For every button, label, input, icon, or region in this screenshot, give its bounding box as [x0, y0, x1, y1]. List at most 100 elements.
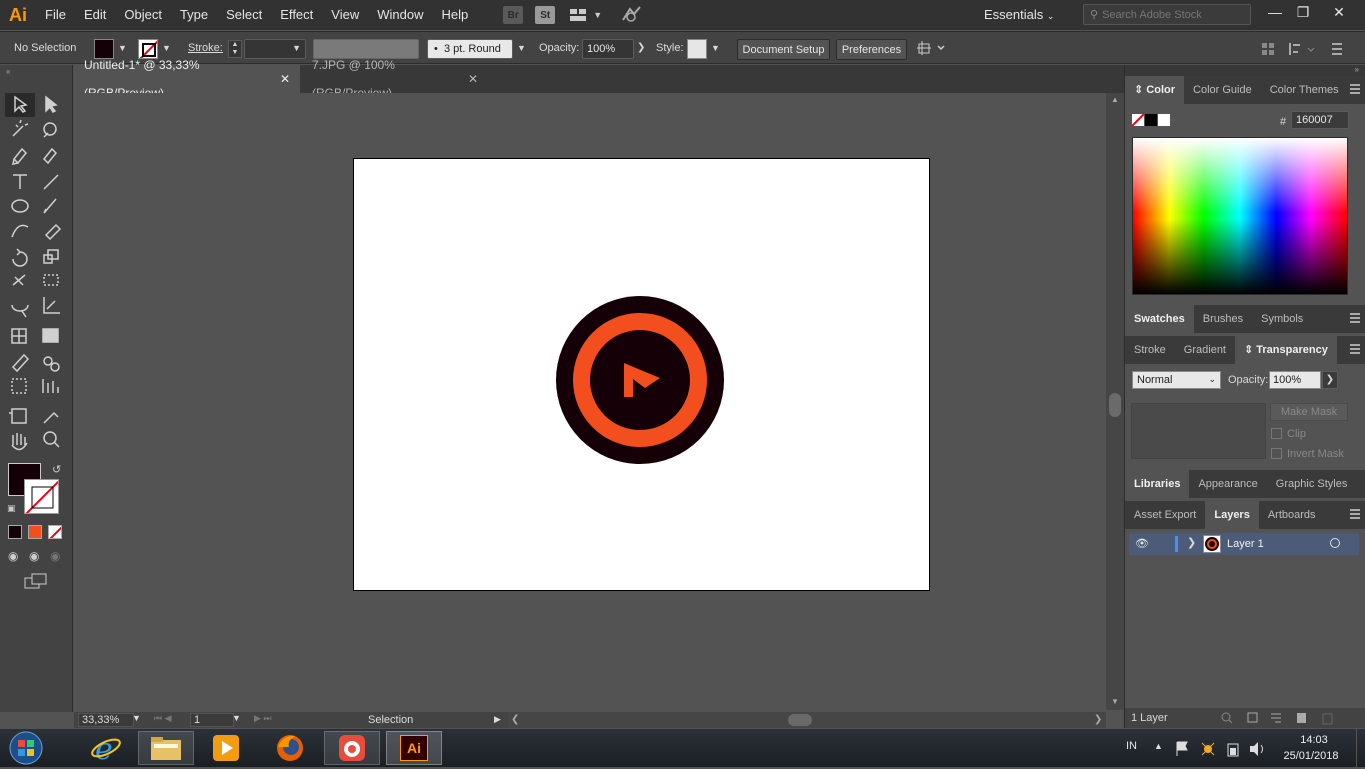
panel-menu-icon[interactable]	[1350, 84, 1360, 94]
panel-menu-icon[interactable]	[1350, 509, 1360, 519]
layer-name[interactable]: Layer 1	[1227, 538, 1264, 550]
panel-menu-icon[interactable]	[1350, 344, 1360, 354]
play-button-artwork[interactable]	[555, 295, 725, 465]
tab-color[interactable]: ⇕ Color	[1125, 76, 1185, 104]
artboard[interactable]	[353, 158, 930, 591]
status-menu-icon[interactable]: ▶	[494, 714, 501, 725]
clip-checkbox[interactable]	[1271, 428, 1282, 439]
tab-libraries[interactable]: Libraries	[1125, 470, 1190, 498]
stock-search-box[interactable]: ⚲	[1083, 4, 1251, 25]
stock-search-input[interactable]	[1102, 8, 1243, 21]
black-color-icon[interactable]	[1145, 114, 1157, 126]
tab-graphic-styles[interactable]: Graphic Styles	[1267, 470, 1357, 498]
white-color-icon[interactable]	[1158, 114, 1170, 126]
eye-visibility-icon[interactable]: 👁	[1135, 537, 1149, 550]
menu-view[interactable]: View	[322, 0, 368, 30]
stock-icon[interactable]: St	[535, 6, 556, 24]
tool-icons[interactable]	[0, 89, 73, 589]
vertical-scroll-thumb[interactable]	[1109, 393, 1121, 417]
close-window-button[interactable]: ✕	[1322, 0, 1356, 24]
align-icon[interactable]	[1262, 41, 1342, 60]
zoom-level-field[interactable]: 33,33%	[78, 713, 134, 727]
tab-7-jpg[interactable]: 7.JPG @ 100% (RGB/Preview) ✕	[302, 58, 488, 100]
close-tab-icon[interactable]: ✕	[280, 65, 290, 93]
tab-artboards[interactable]: Artboards	[1259, 501, 1325, 529]
menu-file[interactable]: File	[36, 0, 75, 30]
close-tab-icon[interactable]: ✕	[468, 65, 478, 93]
tab-appearance[interactable]: Appearance	[1189, 470, 1266, 498]
transparency-opacity-field[interactable]: 100%	[1269, 371, 1321, 389]
menu-help[interactable]: Help	[432, 0, 477, 30]
tab-symbols[interactable]: Symbols	[1252, 305, 1312, 333]
menu-window[interactable]: Window	[368, 0, 432, 30]
internet-explorer-icon[interactable]: e	[78, 731, 134, 765]
arrange-icon[interactable]	[916, 40, 946, 59]
tab-color-guide[interactable]: Color Guide	[1184, 76, 1261, 104]
none-mode-icon[interactable]	[48, 525, 62, 539]
tab-color-themes[interactable]: Color Themes	[1261, 76, 1348, 104]
artboard-number-field[interactable]: 1	[190, 713, 234, 727]
start-button[interactable]	[4, 730, 48, 766]
invert-mask-checkbox[interactable]	[1271, 448, 1282, 459]
preferences-button[interactable]: Preferences	[836, 39, 907, 60]
gpu-performance-icon[interactable]	[620, 5, 642, 26]
expand-layer-icon[interactable]: ❯	[1187, 536, 1196, 549]
panel-menu-icon[interactable]	[1350, 313, 1360, 323]
color-spectrum[interactable]	[1132, 137, 1348, 295]
collapse-dock-icon[interactable]: »	[1355, 65, 1359, 74]
tab-untitled-1[interactable]: Untitled-1* @ 33,33% (RGB/Preview) ✕	[74, 58, 300, 100]
horizontal-scrollbar[interactable]: ❮ ❯	[508, 712, 1106, 728]
tab-stroke[interactable]: Stroke	[1125, 336, 1175, 364]
input-language[interactable]: IN	[1126, 740, 1137, 752]
bridge-icon[interactable]: Br	[503, 6, 524, 24]
illustrator-taskbar-icon[interactable]: Ai	[386, 731, 442, 765]
default-colors-icon[interactable]: ▣	[7, 503, 16, 514]
firefox-icon[interactable]	[262, 731, 318, 765]
menu-edit[interactable]: Edit	[75, 0, 115, 30]
layer-target-icon[interactable]	[1330, 538, 1340, 548]
color-mode-icon[interactable]	[8, 525, 22, 539]
make-mask-button[interactable]: Make Mask	[1270, 403, 1348, 421]
document-setup-button[interactable]: Document Setup	[737, 39, 830, 60]
next-artboard-icon[interactable]: ▶ ⏭	[254, 713, 272, 724]
opacity-slider-arrow[interactable]: ❯	[1322, 371, 1338, 389]
tab-gradient[interactable]: Gradient	[1175, 336, 1235, 364]
clock-date[interactable]: 25/01/2018	[1276, 750, 1346, 762]
media-player-icon[interactable]	[198, 731, 254, 765]
tab-transparency[interactable]: ⇕ Transparency	[1235, 336, 1337, 364]
vertical-scrollbar[interactable]: ▲ ▼	[1106, 93, 1124, 710]
clock-time[interactable]: 14:03	[1282, 734, 1346, 746]
none-color-icon[interactable]	[1132, 114, 1144, 126]
stroke-color-box[interactable]	[24, 479, 59, 514]
restore-button[interactable]: ❐	[1286, 0, 1320, 24]
arrange-documents-icon[interactable]: ▼	[569, 8, 602, 22]
file-explorer-icon[interactable]	[138, 731, 194, 765]
tab-layers[interactable]: Layers	[1205, 501, 1259, 529]
opacity-arrow-icon[interactable]: ❯	[637, 42, 645, 53]
show-desktop-button[interactable]	[1356, 729, 1365, 767]
menu-effect[interactable]: Effect	[271, 0, 322, 30]
tab-swatches[interactable]: Swatches	[1125, 305, 1194, 333]
graphic-style-swatch[interactable]	[687, 39, 707, 59]
system-tray-icons[interactable]	[1174, 740, 1270, 758]
horizontal-scroll-thumb[interactable]	[788, 714, 812, 726]
opacity-field[interactable]: 100%	[582, 39, 634, 59]
blend-mode-select[interactable]: Normal ⌄	[1132, 371, 1221, 389]
screen-mode-icon[interactable]	[24, 573, 48, 592]
layer-actions-icons[interactable]	[1221, 711, 1361, 725]
hex-value-field[interactable]: 160007	[1291, 111, 1349, 129]
layer-row[interactable]: 👁 ❯ Layer 1	[1129, 533, 1359, 555]
menu-object[interactable]: Object	[115, 0, 171, 30]
draw-inside-icon[interactable]: ◉	[50, 549, 60, 563]
show-hidden-icons[interactable]: ▲	[1154, 741, 1163, 751]
tab-brushes[interactable]: Brushes	[1194, 305, 1252, 333]
draw-normal-icon[interactable]: ◉	[8, 549, 18, 563]
workspace-switcher[interactable]: Essentials ⌄	[984, 4, 1064, 26]
zoom-dropdown-icon[interactable]: ▼	[132, 713, 141, 723]
collapse-panel-icon[interactable]: «	[6, 67, 10, 76]
style-dropdown-icon[interactable]: ▼	[711, 43, 720, 53]
menu-select[interactable]: Select	[217, 0, 271, 30]
gradient-mode-icon[interactable]	[28, 525, 42, 539]
menu-type[interactable]: Type	[171, 0, 217, 30]
draw-behind-icon[interactable]: ◉	[29, 549, 39, 563]
